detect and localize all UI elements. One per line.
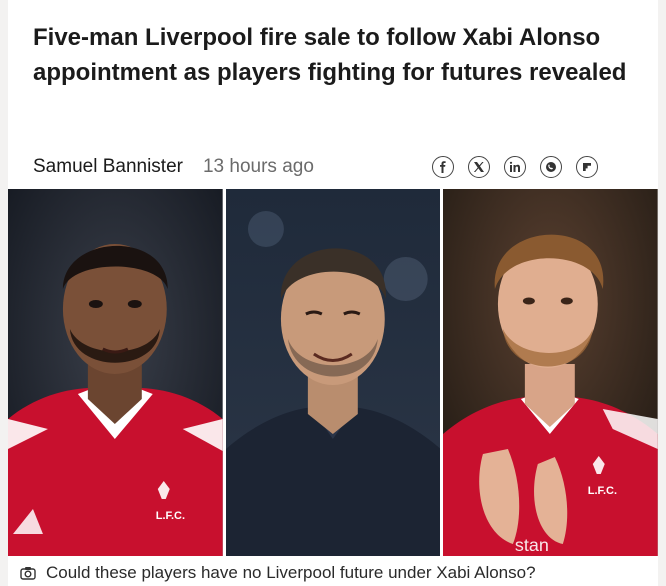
flipboard-icon[interactable] [576,156,598,178]
hero-image: L.F.C. L.F.C. stan [8,189,658,556]
byline: Samuel Bannister 13 hours ago [33,154,314,180]
player-photo-left: L.F.C. [8,189,223,556]
publish-time: 13 hours ago [202,156,314,177]
caption-text: Could these players have no Liverpool fu… [46,563,536,582]
whatsapp-icon[interactable] [540,156,562,178]
crest-text-left: L.F.C. [156,510,185,522]
sponsor-text: stan [515,535,549,555]
share-bar [432,156,598,178]
linkedin-icon[interactable] [504,156,526,178]
author-name[interactable]: Samuel Bannister [33,156,183,178]
article-card: Five-man Liverpool fire sale to follow X… [8,0,658,586]
player-photo-right: L.F.C. stan [443,189,658,556]
crest-text-right: L.F.C. [588,485,617,497]
image-caption: Could these players have no Liverpool fu… [20,563,536,583]
facebook-icon[interactable] [432,156,454,178]
article-headline: Five-man Liverpool fire sale to follow X… [33,24,627,86]
camera-icon [20,567,36,580]
manager-photo-center [225,189,441,556]
x-icon[interactable] [468,156,490,178]
